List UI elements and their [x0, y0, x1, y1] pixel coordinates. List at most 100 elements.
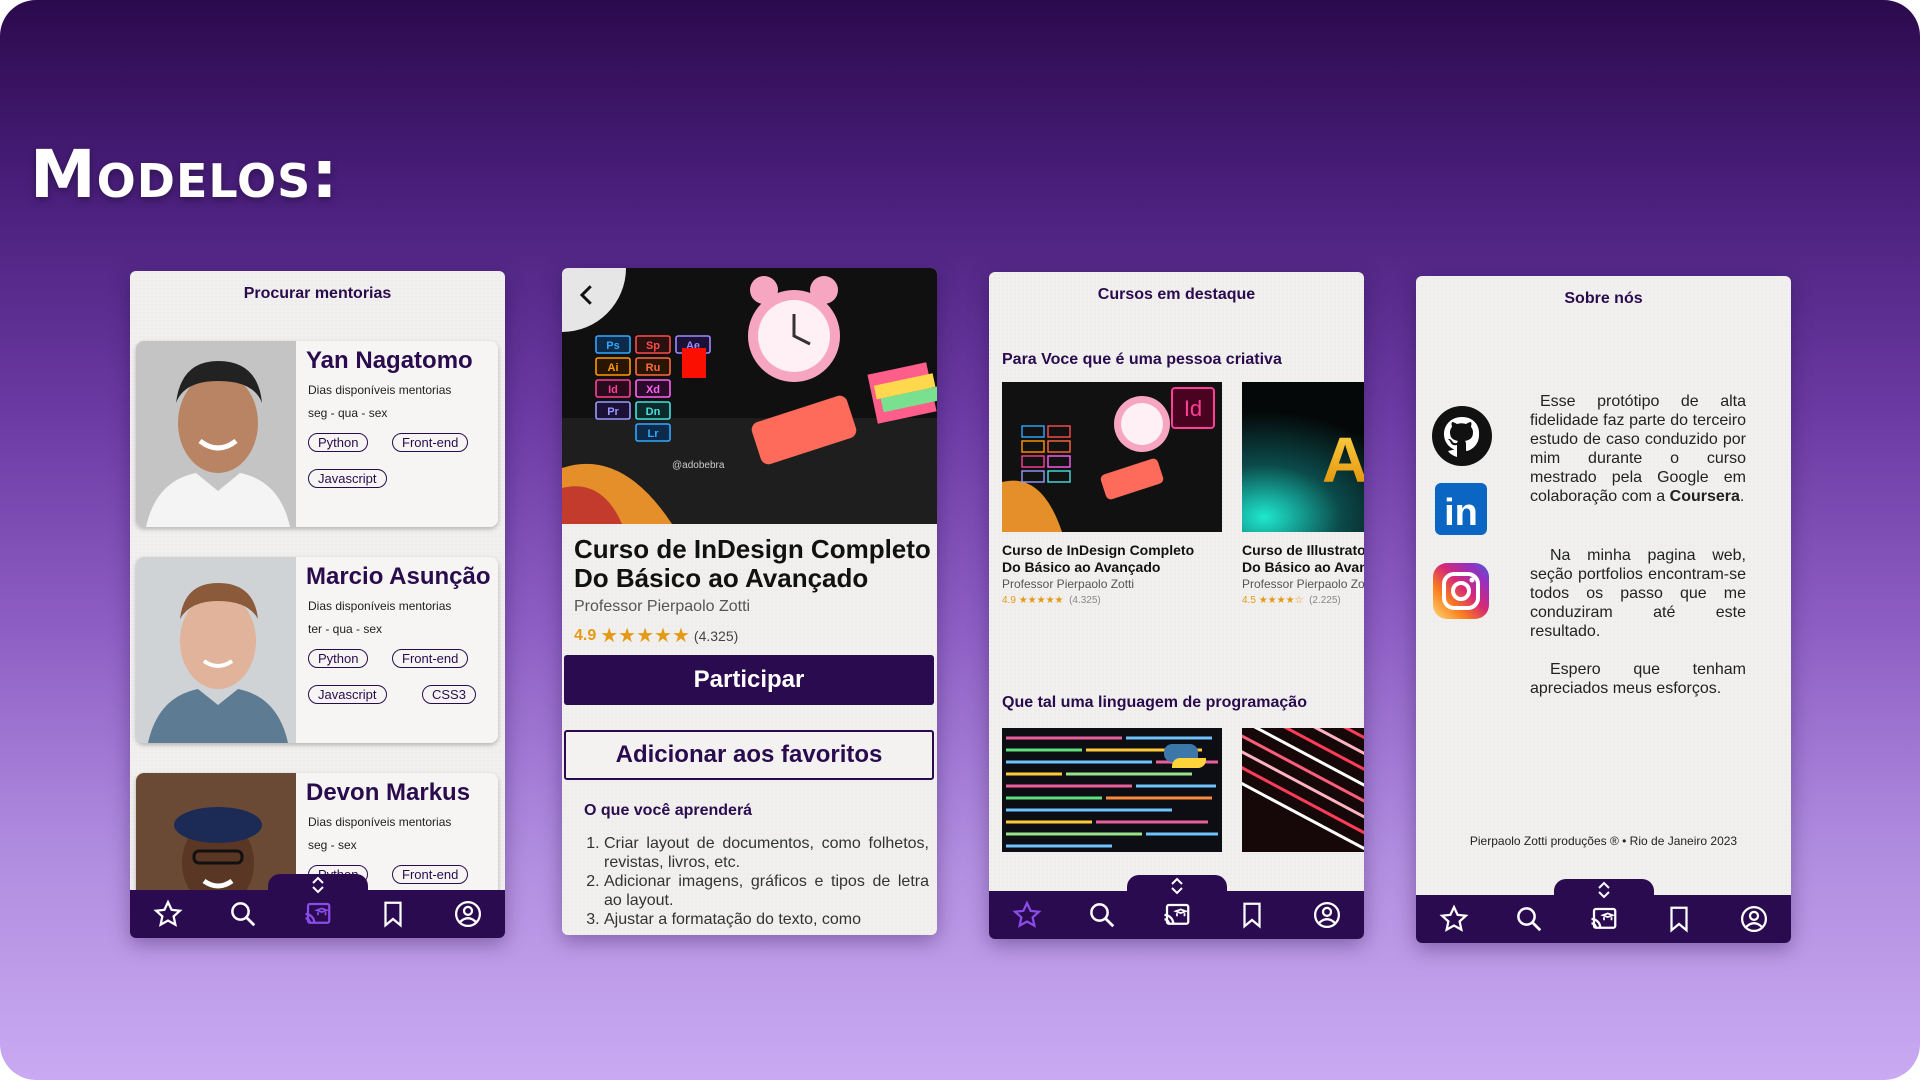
tag-front-end[interactable]: Front-end	[392, 433, 469, 452]
nav-favorites[interactable]	[1437, 902, 1471, 936]
tag-python[interactable]: Python	[308, 433, 369, 452]
about-paragraph: Esse protótipo de alta fidelidade faz pa…	[1530, 393, 1746, 505]
mentor-name: Devon Markus	[306, 779, 471, 806]
course-rating: 4.9 ★★★★★ (4.325)	[574, 623, 738, 648]
cast-icon	[1163, 903, 1189, 925]
tag-front-end[interactable]: Front-end	[392, 865, 469, 884]
screen-header: Cursos em destaque	[1097, 286, 1256, 303]
nav-expand-handle[interactable]	[1553, 879, 1654, 901]
mentor-days: seg - sex	[308, 838, 357, 852]
course-rating: 4.9 ★★★★★ (4.325)	[1002, 595, 1101, 606]
user-icon	[1740, 906, 1767, 932]
screen-header: Sobre nós	[1564, 290, 1643, 307]
nav-profile[interactable]	[1737, 902, 1771, 936]
search-icon	[1516, 907, 1541, 932]
learn-list: Criar layout de documentos, como folheto…	[584, 834, 929, 929]
list-item: Adicionar imagens, gráficos e tipos de l…	[604, 872, 929, 910]
course-detail-screen: Ps Sp Ae Ai Ru Id Xd Pr Dn Lr @adobebra …	[562, 268, 937, 935]
search-icon	[230, 902, 255, 927]
nav-search[interactable]	[1512, 902, 1546, 936]
svg-text:Id: Id	[1184, 396, 1202, 421]
participate-button[interactable]: Participar	[564, 655, 934, 705]
bookmark-icon	[383, 901, 402, 928]
bottom-nav	[130, 874, 505, 938]
star-icon	[1011, 900, 1042, 928]
bookmark-icon	[1242, 902, 1261, 929]
about-paragraph: Na minha pagina web, seção portfolios en…	[1530, 547, 1746, 640]
tag-javascript[interactable]: Javascript	[308, 685, 387, 704]
section-title: Que tal uma linguagem de programação	[1002, 694, 1307, 711]
nav-favorites[interactable]	[151, 897, 185, 931]
svg-text:Id: Id	[608, 384, 618, 396]
nav-expand-handle[interactable]	[1126, 875, 1227, 897]
mentor-name: Marcio Asunção	[306, 563, 491, 590]
course-thumbnail[interactable]	[1242, 728, 1364, 852]
tag-front-end[interactable]: Front-end	[392, 649, 469, 668]
tag-javascript[interactable]: Javascript	[308, 469, 387, 488]
learn-heading: O que você aprenderá	[584, 802, 753, 819]
svg-text:@adobebra: @adobebra	[672, 460, 725, 471]
instagram-link[interactable]	[1432, 562, 1490, 620]
back-button[interactable]	[572, 280, 602, 310]
mentor-card[interactable]: Yan Nagatomo Dias disponíveis mentorias …	[136, 341, 498, 527]
svg-text:Ps: Ps	[606, 340, 619, 352]
footer-credit: Pierpaolo Zotti produções ® • Rio de Jan…	[1469, 834, 1738, 848]
screen-header: Procurar mentorias	[243, 285, 392, 302]
nav-search[interactable]	[1085, 898, 1119, 932]
mentors-screen: Procurar mentorias Yan Nagatomo Dias dis…	[130, 271, 505, 938]
course-rating: 4.5 ★★★★☆ (2.225)	[1242, 595, 1341, 606]
mentor-days: ter - qua - sex	[308, 622, 383, 636]
linkedin-link[interactable]: in	[1434, 482, 1488, 536]
nav-profile[interactable]	[1310, 898, 1344, 932]
course-professor: Professor Pierpaolo Zotti	[1242, 577, 1364, 591]
nav-courses[interactable]	[301, 897, 335, 931]
rating-count: (4.325)	[693, 627, 739, 644]
section-title: Para Voce que é uma pessoa criativa	[1002, 351, 1282, 368]
tag-python[interactable]: Python	[308, 649, 369, 668]
nav-saved[interactable]	[1662, 902, 1696, 936]
course-thumbnail[interactable]: Id	[1002, 382, 1222, 532]
nav-favorites[interactable]	[1010, 898, 1044, 932]
course-title: Curso de InDesign Completo	[1002, 542, 1195, 558]
nav-courses[interactable]	[1587, 902, 1621, 936]
mentor-days: seg - qua - sex	[308, 406, 388, 420]
mentor-name: Yan Nagatomo	[306, 347, 473, 374]
mentor-availability-label: Dias disponíveis mentorias	[308, 599, 452, 613]
list-item: Ajustar a formatação do texto, como	[604, 910, 929, 929]
svg-text:Ai: Ai	[1322, 424, 1364, 496]
nav-profile[interactable]	[451, 897, 485, 931]
add-favorites-button[interactable]: Adicionar aos favoritos	[564, 730, 934, 780]
chevron-up-down-icon	[311, 876, 324, 894]
rating-value: 4.9	[574, 626, 597, 644]
search-icon	[1089, 903, 1114, 928]
user-icon	[454, 901, 481, 927]
bottom-nav	[1416, 879, 1791, 943]
list-item: Criar layout de documentos, como folheto…	[604, 834, 929, 872]
github-link[interactable]	[1430, 404, 1494, 468]
nav-expand-handle[interactable]	[267, 874, 368, 896]
chevron-up-down-icon	[1597, 881, 1610, 899]
bottom-nav	[989, 875, 1364, 939]
cast-icon	[304, 902, 330, 924]
nav-courses[interactable]	[1160, 898, 1194, 932]
nav-saved[interactable]	[376, 897, 410, 931]
nav-search[interactable]	[226, 897, 260, 931]
course-thumbnail[interactable]: Ai	[1242, 382, 1364, 532]
course-info-clip: Curso de Illustrator Do Básico ao Avança…	[1242, 538, 1364, 618]
chevron-left-icon	[579, 285, 592, 305]
mentor-card[interactable]: Marcio Asunção Dias disponíveis mentoria…	[136, 557, 498, 743]
course-professor: Professor Pierpaolo Zotti	[574, 598, 751, 615]
nav-saved[interactable]	[1235, 898, 1269, 932]
course-thumbnail[interactable]	[1002, 728, 1222, 852]
user-icon	[1313, 902, 1340, 928]
svg-text:in: in	[1444, 492, 1478, 534]
slide-background: Modelos: Procurar mentorias Yan Nagatomo…	[0, 0, 1920, 1080]
svg-text:Pr: Pr	[607, 406, 619, 418]
chevron-up-down-icon	[1170, 877, 1183, 895]
course-subtitle: Do Básico ao Avançado	[1242, 559, 1364, 575]
tag-css3[interactable]: CSS3	[422, 685, 476, 704]
mentor-availability-label: Dias disponíveis mentorias	[308, 815, 452, 829]
svg-text:Xd: Xd	[646, 384, 660, 396]
linkedin-icon: in	[1435, 483, 1487, 535]
mentor-photo	[136, 557, 296, 743]
